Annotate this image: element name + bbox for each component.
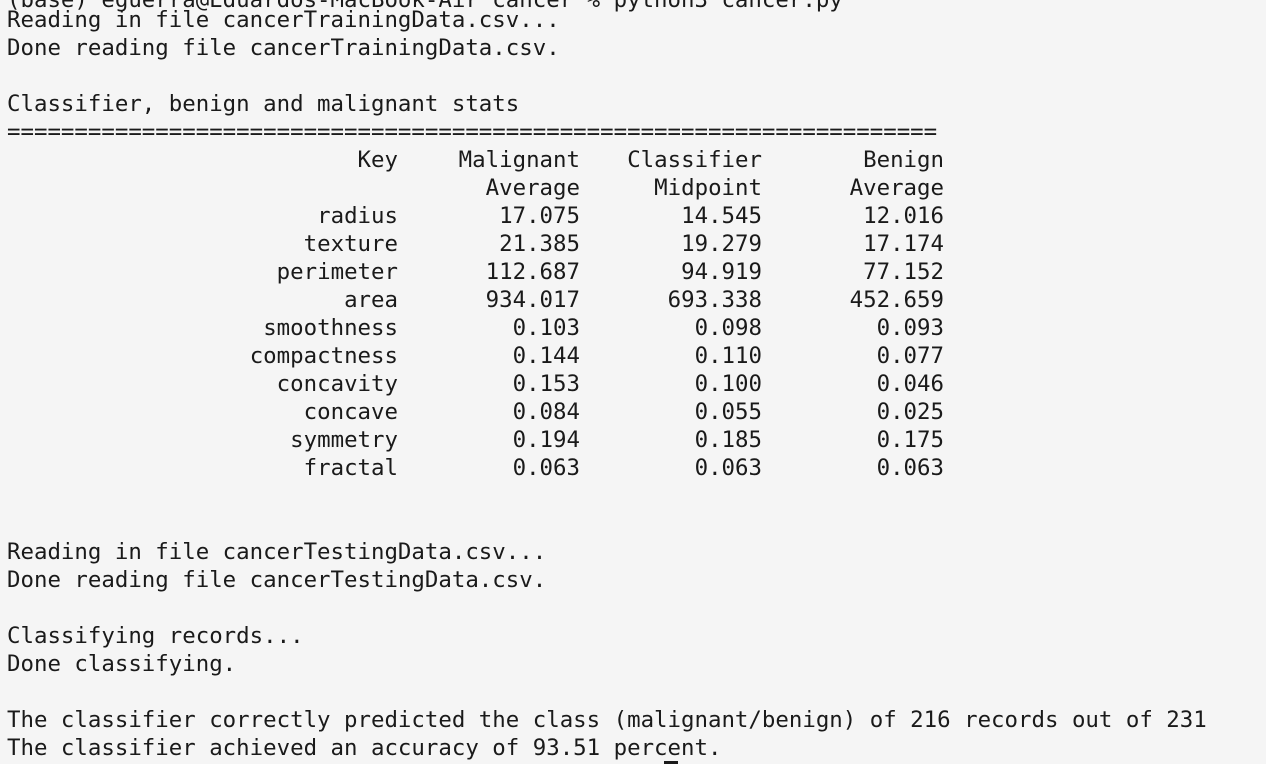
table-row-key: radius <box>317 203 398 229</box>
separator-line: ========================================… <box>7 119 938 145</box>
table-row-classifier-midpoint: 0.185 <box>694 427 762 453</box>
accuracy-line: The classifier achieved an accuracy of 9… <box>7 735 722 761</box>
done-training-line: Done reading file cancerTrainingData.csv… <box>7 35 560 61</box>
table-row-malignant-average: 21.385 <box>499 231 580 257</box>
header-row2-malignant-average: Average <box>485 175 580 201</box>
table-row-benign-average: 17.174 <box>863 231 944 257</box>
reading-testing-line: Reading in file cancerTestingData.csv... <box>7 539 547 565</box>
header-row2-key <box>7 174 398 202</box>
header-row1-benign-average: Benign <box>863 147 944 173</box>
table-row-classifier-midpoint: 19.279 <box>681 231 762 257</box>
table-row-benign-average: 0.046 <box>876 371 944 397</box>
table-row-malignant-average: 17.075 <box>499 203 580 229</box>
table-row-benign-average: 0.063 <box>876 455 944 481</box>
table-row-classifier-midpoint: 0.098 <box>694 315 762 341</box>
table-row-malignant-average: 934.017 <box>485 287 580 313</box>
result-line: The classifier correctly predicted the c… <box>7 707 1207 733</box>
table-row-classifier-midpoint: 14.545 <box>681 203 762 229</box>
table-row-benign-average: 0.025 <box>876 399 944 425</box>
table-row-malignant-average: 0.063 <box>512 455 580 481</box>
table-row-classifier-midpoint: 0.110 <box>694 343 762 369</box>
table-row-benign-average: 0.175 <box>876 427 944 453</box>
done-classifying-line: Done classifying. <box>7 651 237 677</box>
table-row-key: compactness <box>249 343 398 369</box>
table-row-key: perimeter <box>276 259 398 285</box>
table-row-classifier-midpoint: 0.055 <box>694 399 762 425</box>
reading-training-line: Reading in file cancerTrainingData.csv..… <box>7 7 560 33</box>
table-row-key: symmetry <box>290 427 398 453</box>
header-row2-benign-average: Average <box>849 175 944 201</box>
table-row-key: texture <box>303 231 398 257</box>
table-row-classifier-midpoint: 94.919 <box>681 259 762 285</box>
stats-title: Classifier, benign and malignant stats <box>7 91 520 117</box>
table-row-malignant-average: 0.144 <box>512 343 580 369</box>
header-row1-classifier-midpoint: Classifier <box>627 147 762 173</box>
table-row-malignant-average: 0.103 <box>512 315 580 341</box>
header-row1-key: Key <box>357 147 398 173</box>
table-row-benign-average: 0.093 <box>876 315 944 341</box>
table-row-key: fractal <box>303 455 398 481</box>
table-row-classifier-midpoint: 693.338 <box>667 287 762 313</box>
table-row-classifier-midpoint: 0.100 <box>694 371 762 397</box>
terminal-window[interactable]: (base) eguerra@Eduardos-MacBook-Air canc… <box>0 0 1266 764</box>
table-row-malignant-average: 0.084 <box>512 399 580 425</box>
table-row-malignant-average: 0.153 <box>512 371 580 397</box>
table-row-key: concavity <box>276 371 398 397</box>
header-row1-malignant-average: Malignant <box>458 147 580 173</box>
table-row-malignant-average: 112.687 <box>485 259 580 285</box>
table-row-key: concave <box>303 399 398 425</box>
classifying-line: Classifying records... <box>7 623 304 649</box>
done-testing-line: Done reading file cancerTestingData.csv. <box>7 567 547 593</box>
table-row-benign-average: 0.077 <box>876 343 944 369</box>
table-row-classifier-midpoint: 0.063 <box>694 455 762 481</box>
table-row-benign-average: 77.152 <box>863 259 944 285</box>
header-row2-classifier-midpoint: Midpoint <box>654 175 762 201</box>
table-row-key: area <box>344 287 398 313</box>
table-row-benign-average: 12.016 <box>863 203 944 229</box>
table-row-malignant-average: 0.194 <box>512 427 580 453</box>
table-row-key: smoothness <box>263 315 398 341</box>
table-row-benign-average: 452.659 <box>849 287 944 313</box>
